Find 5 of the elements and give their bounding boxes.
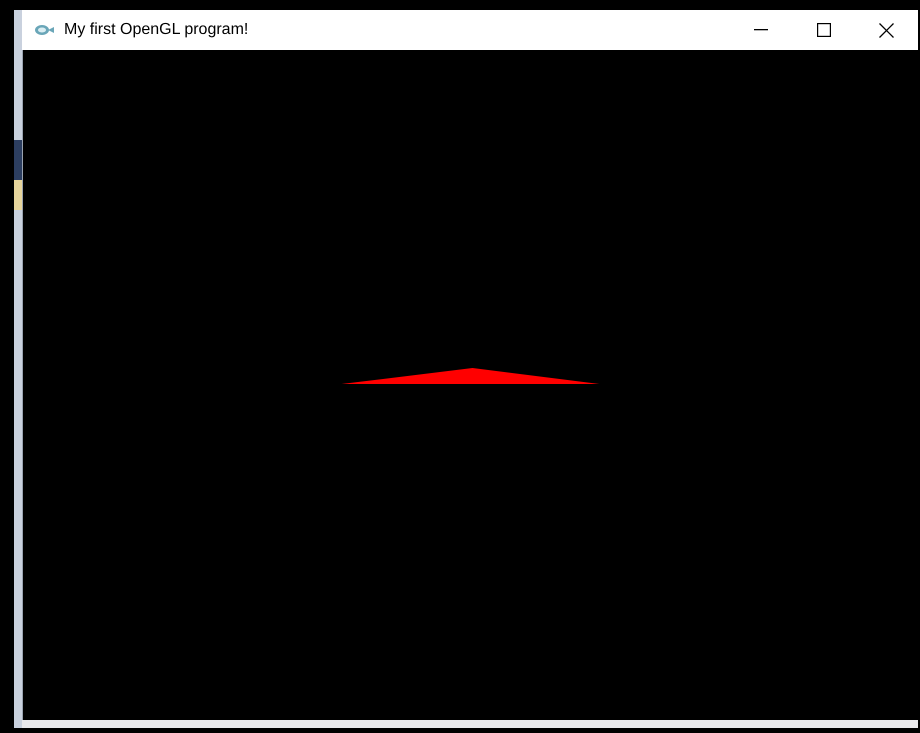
app-icon (34, 24, 54, 36)
minimize-icon (754, 29, 768, 31)
close-icon (879, 22, 894, 38)
window-title: My first OpenGL program! (64, 20, 248, 40)
maximize-icon (816, 23, 830, 37)
